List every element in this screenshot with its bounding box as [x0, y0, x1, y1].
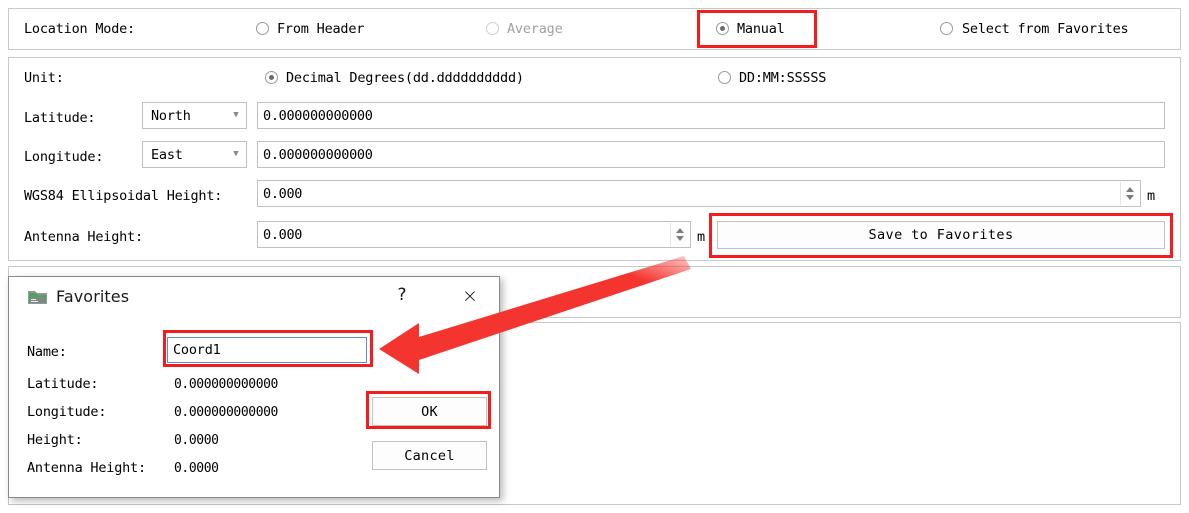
dialog-ok-label: OK: [421, 403, 438, 420]
latitude-input[interactable]: 0.000000000000: [257, 102, 1165, 129]
save-to-favorites-label: Save to Favorites: [868, 227, 1014, 243]
chevron-down-icon: ▼: [233, 149, 239, 159]
dialog-name-label: Name:: [27, 344, 67, 360]
save-to-favorites-button[interactable]: Save to Favorites: [717, 221, 1165, 249]
ellipsoidal-height-input[interactable]: 0.000: [257, 180, 1141, 207]
radio-from-header-label: From Header: [277, 21, 365, 37]
dialog-longitude-label: Longitude:: [27, 404, 107, 420]
radio-decimal-degrees[interactable]: [265, 71, 278, 84]
radio-average-label: Average: [507, 21, 563, 37]
antenna-height-label: Antenna Height:: [24, 229, 143, 245]
unit-label: Unit:: [24, 70, 64, 86]
location-mode-label: Location Mode:: [24, 21, 135, 37]
stepper-down-icon[interactable]: [676, 236, 684, 241]
chevron-down-icon: ▼: [233, 110, 239, 120]
dialog-cancel-label: Cancel: [404, 447, 455, 464]
ellipsoidal-height-label: WGS84 Ellipsoidal Height:: [24, 188, 223, 204]
radio-dd-mm-ssss-label: DD:MM:SSSSS: [739, 70, 827, 86]
ellipsoidal-height-value: 0.000: [263, 185, 303, 202]
dialog-longitude-value: 0.000000000000: [174, 405, 278, 420]
stepper-down-icon[interactable]: [1126, 195, 1134, 200]
radio-select-from-favorites-label: Select from Favorites: [962, 21, 1129, 37]
longitude-label: Longitude:: [24, 149, 104, 165]
radio-manual[interactable]: [716, 22, 729, 35]
radio-manual-label: Manual: [737, 21, 785, 37]
dialog-height-label: Height:: [27, 432, 83, 448]
favorites-dialog: Favorites ? × Name: Coord1 Latitude: 0.0…: [8, 276, 500, 498]
longitude-hemisphere-combo[interactable]: East ▼: [142, 141, 247, 168]
radio-from-header[interactable]: [256, 22, 269, 35]
help-icon[interactable]: ?: [389, 285, 415, 309]
stepper-up-icon[interactable]: [676, 228, 684, 233]
dialog-name-value: Coord1: [173, 342, 221, 358]
latitude-hemisphere-value: North: [151, 107, 191, 124]
latitude-input-value: 0.000000000000: [263, 107, 373, 124]
dialog-ok-button[interactable]: OK: [372, 397, 487, 426]
dialog-height-value: 0.0000: [174, 433, 219, 448]
longitude-input[interactable]: 0.000000000000: [257, 141, 1165, 168]
ellipsoidal-height-unit: m: [1147, 188, 1155, 204]
radio-average[interactable]: [486, 22, 499, 35]
antenna-height-value: 0.000: [263, 226, 303, 243]
favorites-dialog-title: Favorites: [56, 287, 130, 306]
latitude-hemisphere-combo[interactable]: North ▼: [142, 102, 247, 129]
radio-dd-mm-ssss[interactable]: [718, 71, 731, 84]
radio-decimal-degrees-label: Decimal Degrees(dd.dddddddddd): [286, 70, 524, 86]
antenna-height-stepper[interactable]: [670, 223, 689, 246]
favorites-dialog-titlebar[interactable]: Favorites ? ×: [9, 277, 499, 317]
dialog-name-input[interactable]: Coord1: [167, 337, 367, 363]
longitude-hemisphere-value: East: [151, 146, 183, 163]
ellipsoidal-height-stepper[interactable]: [1120, 182, 1139, 205]
antenna-height-input[interactable]: 0.000: [257, 221, 691, 248]
dialog-antenna-height-label: Antenna Height:: [27, 460, 146, 476]
longitude-input-value: 0.000000000000: [263, 146, 373, 163]
antenna-height-unit: m: [697, 229, 705, 245]
radio-select-from-favorites[interactable]: [940, 22, 953, 35]
favorites-folder-icon: [28, 291, 47, 304]
dialog-latitude-value: 0.000000000000: [174, 377, 278, 392]
latitude-label: Latitude:: [24, 110, 96, 126]
dialog-antenna-height-value: 0.0000: [174, 461, 219, 476]
dialog-cancel-button[interactable]: Cancel: [372, 441, 487, 470]
close-icon[interactable]: ×: [457, 285, 483, 309]
stepper-up-icon[interactable]: [1126, 187, 1134, 192]
dialog-latitude-label: Latitude:: [27, 376, 99, 392]
